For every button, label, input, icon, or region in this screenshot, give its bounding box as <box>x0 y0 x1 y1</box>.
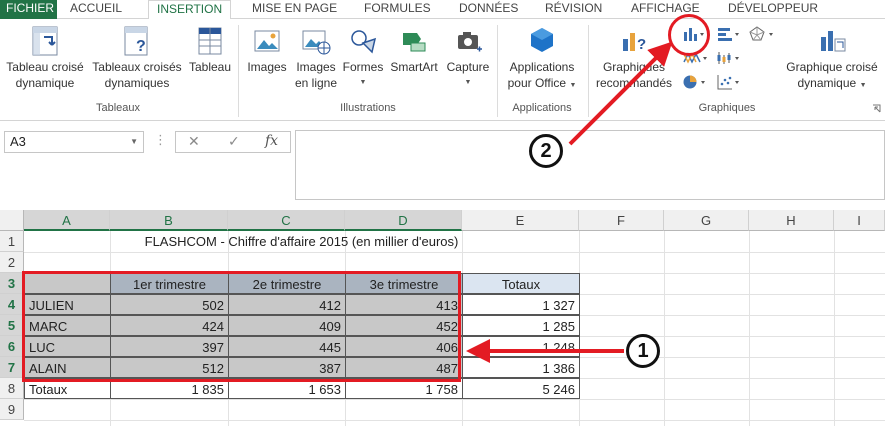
highlight-ring <box>668 14 710 56</box>
annotation-arrows <box>466 41 673 363</box>
arrow-2 <box>568 41 673 146</box>
callout-1: 1 <box>626 334 660 368</box>
callout-2: 2 <box>529 134 563 168</box>
